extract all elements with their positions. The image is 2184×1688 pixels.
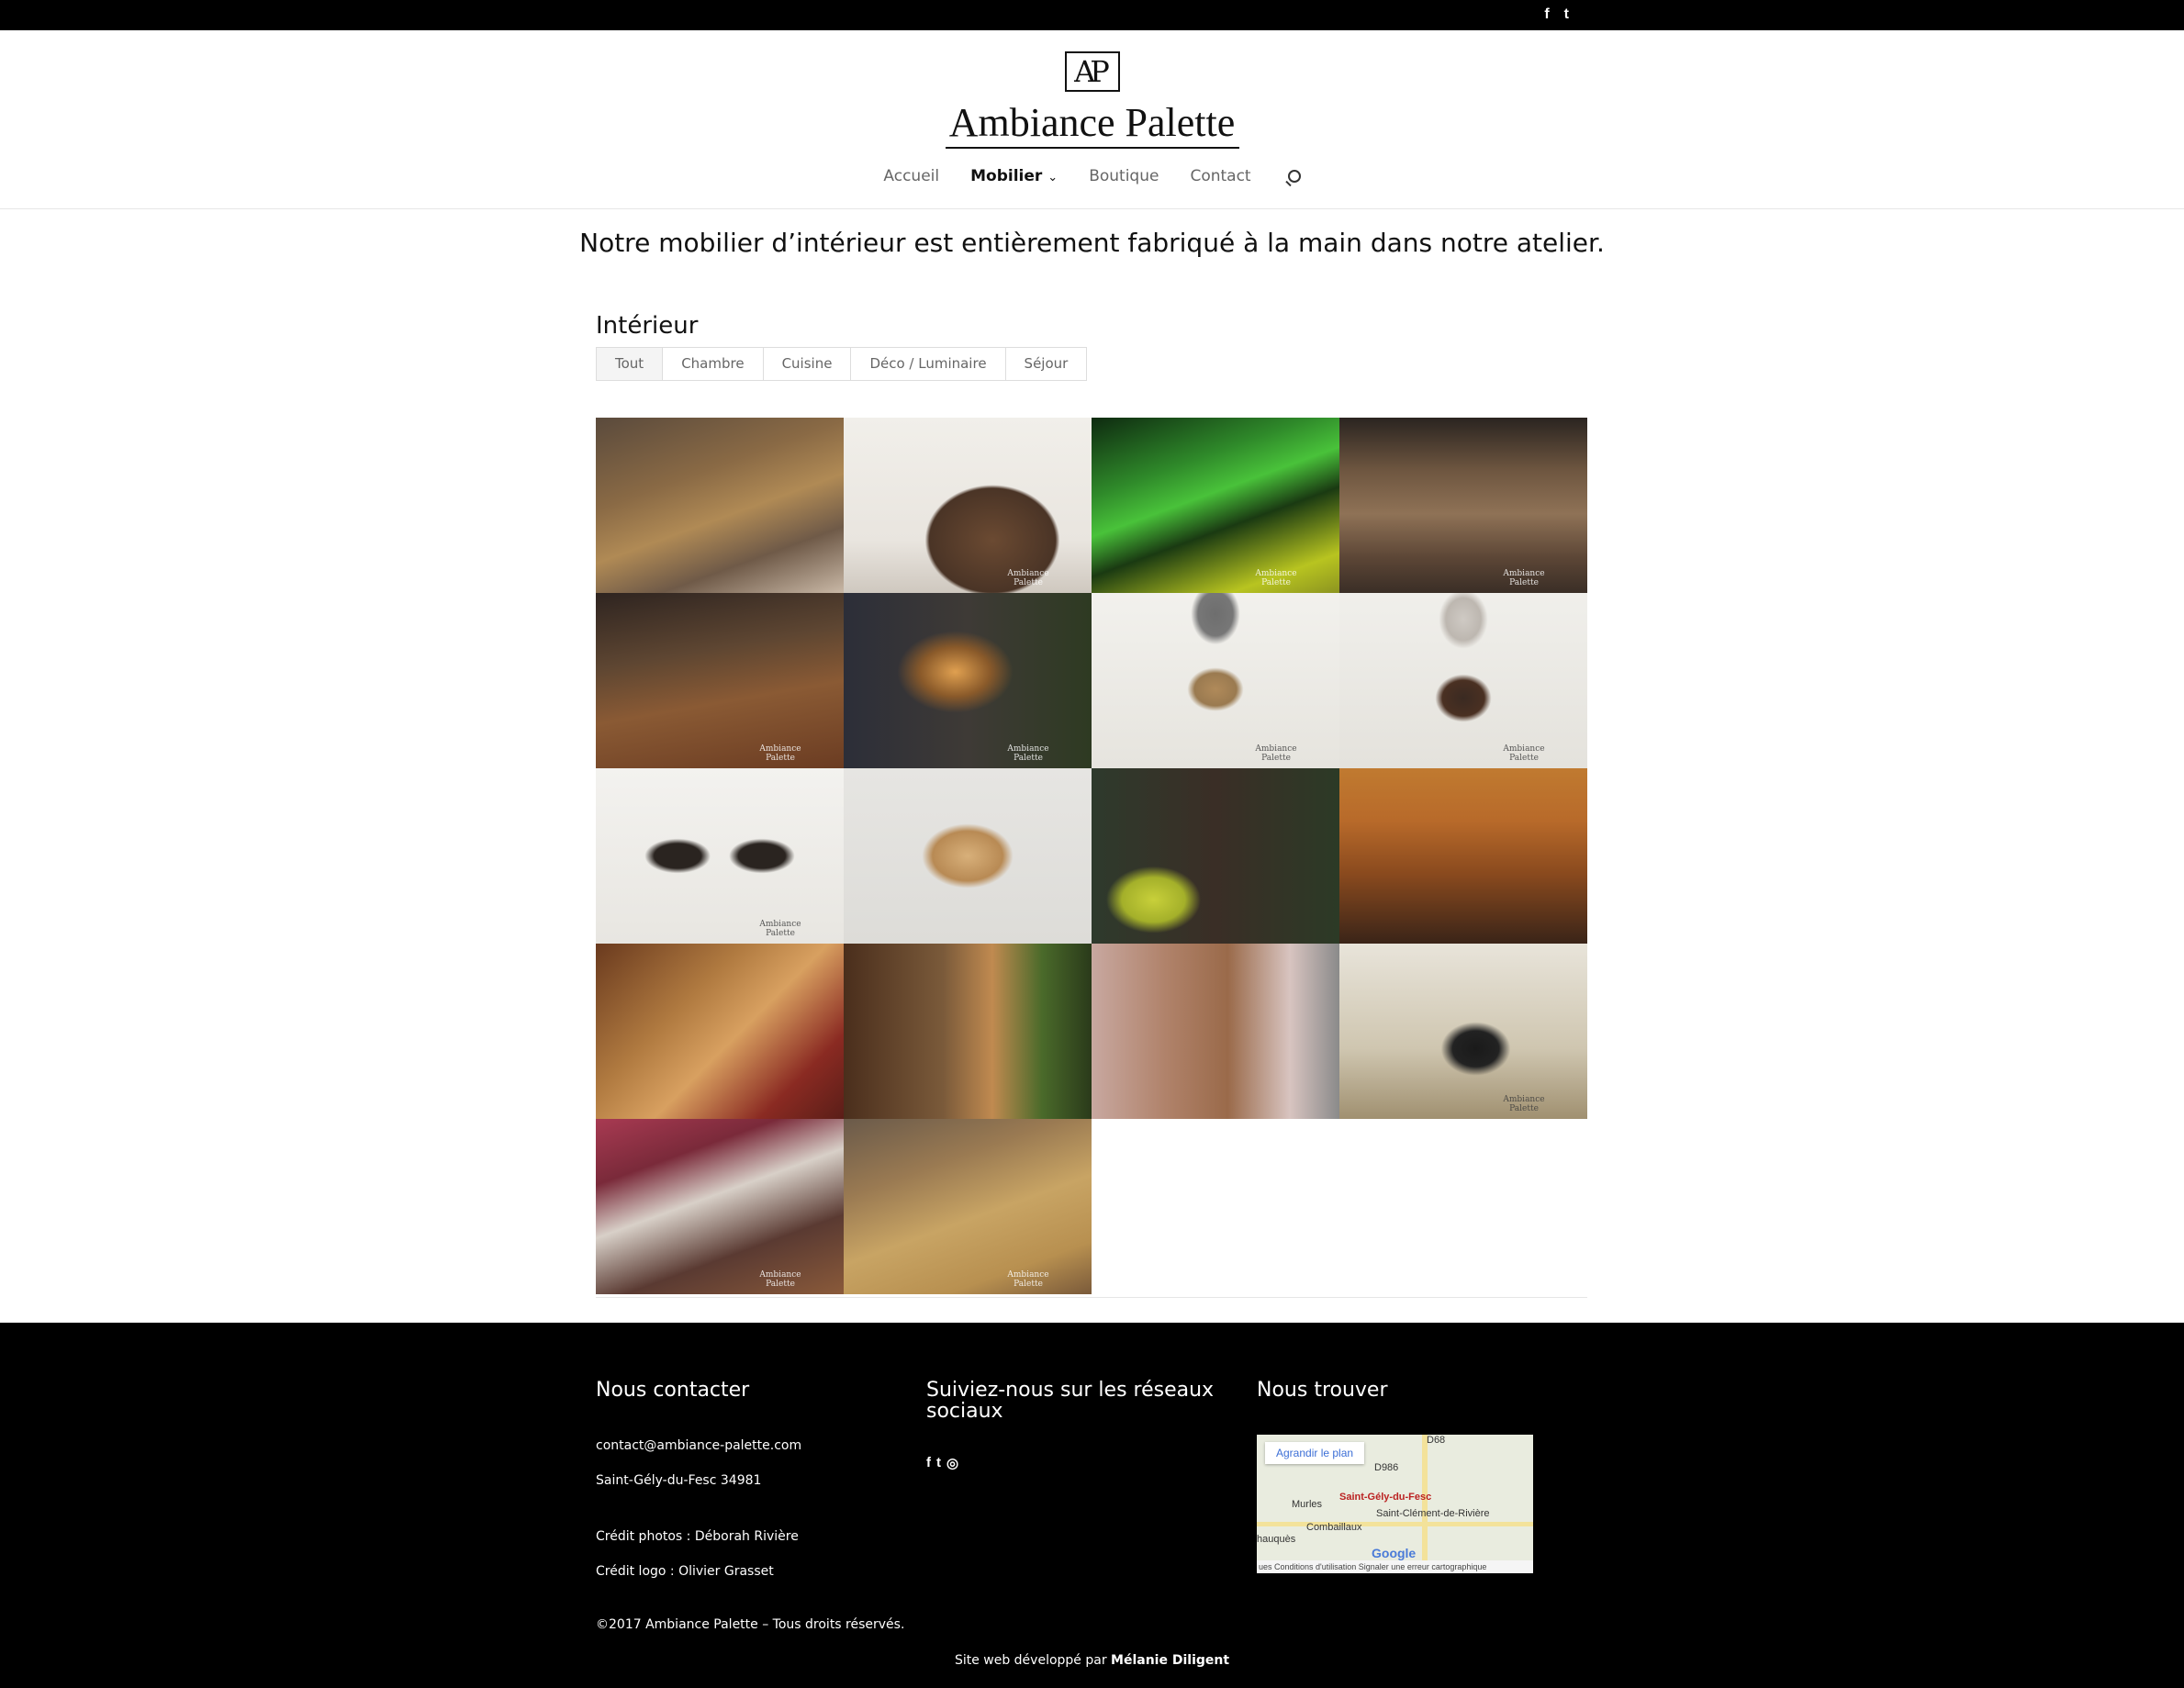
- lit-blanc-photo[interactable]: Ambiance Palette: [596, 1119, 844, 1294]
- gallery-watermark: Ambiance Palette: [1007, 569, 1049, 587]
- copyright: ©2017 Ambiance Palette – Tous droits rés…: [596, 1617, 905, 1632]
- logo-mark: AP: [1064, 51, 1120, 92]
- developer-name[interactable]: Mélanie Diligent: [1111, 1653, 1229, 1668]
- gallery-watermark: Ambiance Palette: [1503, 744, 1545, 763]
- gallery-watermark: Ambiance Palette: [759, 920, 801, 938]
- map-label: hauquès: [1257, 1534, 1296, 1545]
- gallery-grid: Ambiance Palette Ambiance Palette Ambian…: [596, 418, 1587, 1294]
- filter-deco-luminaire[interactable]: Déco / Luminaire: [851, 348, 1006, 380]
- desserte-photo[interactable]: Ambiance Palette: [596, 593, 844, 768]
- twitter-icon[interactable]: t: [1564, 4, 1569, 26]
- footer-social-links: f t ◎: [926, 1455, 958, 1471]
- footer-credit-photos: Crédit photos : Déborah Rivière: [596, 1529, 799, 1544]
- gallery-watermark: Ambiance Palette: [1255, 744, 1297, 763]
- etagere-murale-photo[interactable]: [1092, 944, 1339, 1119]
- lampe-colonne-photo[interactable]: [1092, 768, 1339, 944]
- filter-tout[interactable]: Tout: [597, 348, 664, 380]
- bureau-photo[interactable]: [596, 944, 844, 1119]
- gallery-watermark: Ambiance Palette: [759, 1270, 801, 1289]
- footer-city: Saint-Gély-du-Fesc 34981: [596, 1473, 762, 1488]
- gallery-divider: [596, 1297, 1587, 1298]
- map-label: Saint-Clément-de-Rivière: [1376, 1508, 1490, 1519]
- gallery-watermark: Ambiance Palette: [1007, 744, 1049, 763]
- filter-sejour[interactable]: Séjour: [1005, 348, 1087, 380]
- filter-chambre[interactable]: Chambre: [663, 348, 764, 380]
- map-road: [1257, 1522, 1533, 1526]
- footer-location: Nous trouver Agrandir le plan D68 D986 M…: [1257, 1379, 1551, 1573]
- lampe-cubes-photo[interactable]: Ambiance Palette: [1092, 593, 1339, 768]
- nav-contact[interactable]: Contact: [1190, 167, 1250, 185]
- twitter-icon[interactable]: t: [936, 1455, 941, 1471]
- gallery-watermark: Ambiance Palette: [1007, 1270, 1049, 1289]
- filter-cuisine[interactable]: Cuisine: [763, 348, 852, 380]
- table-bar-photo[interactable]: [596, 418, 844, 593]
- nav-boutique[interactable]: Boutique: [1089, 167, 1159, 185]
- footer-contact: Nous contacter contact@ambiance-palette.…: [596, 1379, 871, 1579]
- facebook-icon[interactable]: f: [926, 1455, 931, 1471]
- nav-accueil[interactable]: Accueil: [883, 167, 939, 185]
- footer-social: Suiviez-nous sur les réseaux sociaux f t…: [926, 1379, 1220, 1471]
- footer-email[interactable]: contact@ambiance-palette.com: [596, 1438, 801, 1453]
- lampe-cubes-2-photo[interactable]: Ambiance Palette: [1339, 593, 1587, 768]
- main-nav: Accueil Mobilier ⌄ Boutique Contact: [0, 167, 2184, 185]
- top-social-links: f t: [1544, 4, 1569, 26]
- page-tagline: Notre mobilier d’intérieur est entièreme…: [579, 228, 1605, 258]
- lampe-zigzag-photo[interactable]: Ambiance Palette: [844, 593, 1092, 768]
- gallery-watermark: Ambiance Palette: [1503, 1095, 1545, 1113]
- gallery-watermark: Ambiance Palette: [759, 744, 801, 763]
- commode-photo[interactable]: Ambiance Palette: [844, 418, 1092, 593]
- google-logo: Google: [1372, 1546, 1417, 1560]
- footer-contact-title: Nous contacter: [596, 1379, 750, 1402]
- footer-find-title: Nous trouver: [1257, 1379, 1388, 1402]
- enlarge-map-button[interactable]: Agrandir le plan: [1265, 1442, 1365, 1464]
- map-label: D986: [1374, 1462, 1399, 1473]
- meuble-tv-photo[interactable]: Ambiance Palette: [1339, 418, 1587, 593]
- chevron-down-icon: ⌄: [1047, 171, 1058, 184]
- developer-credit: Site web développé par Mélanie Diligent: [0, 1653, 2184, 1668]
- map-label: Combaillaux: [1306, 1522, 1362, 1533]
- gallery-filters: Tout Chambre Cuisine Déco / Luminaire Sé…: [596, 347, 1088, 381]
- gallery-watermark: Ambiance Palette: [1255, 569, 1297, 587]
- map-label: Murles: [1292, 1499, 1323, 1510]
- facebook-icon[interactable]: f: [1544, 4, 1549, 26]
- applique-photo[interactable]: [844, 768, 1092, 944]
- header-divider: [0, 208, 2184, 209]
- instagram-icon[interactable]: ◎: [946, 1455, 958, 1471]
- bibliotheque-photo[interactable]: [844, 944, 1092, 1119]
- map-bottom-bar: ues Conditions d'utilisation Signaler un…: [1257, 1560, 1533, 1573]
- gallery-watermark: Ambiance Palette: [1503, 569, 1545, 587]
- top-bar: f t: [0, 0, 2184, 30]
- footer: Nous contacter contact@ambiance-palette.…: [0, 1323, 2184, 1688]
- site-logo[interactable]: AP Ambiance Palette: [0, 51, 2184, 149]
- banc-lumineux-photo[interactable]: Ambiance Palette: [1092, 418, 1339, 593]
- etagere-epices-photo[interactable]: [1339, 768, 1587, 944]
- nav-mobilier-label: Mobilier: [970, 167, 1043, 185]
- lampes-duo-photo[interactable]: Ambiance Palette: [596, 768, 844, 944]
- nav-mobilier[interactable]: Mobilier ⌄: [970, 167, 1058, 185]
- lit-naturel-photo[interactable]: Ambiance Palette: [844, 1119, 1092, 1294]
- arbre-chat-photo[interactable]: Ambiance Palette: [1339, 944, 1587, 1119]
- map-label: D68: [1427, 1435, 1446, 1446]
- map-label: Saint-Gély-du-Fesc: [1339, 1492, 1432, 1503]
- search-icon[interactable]: [1287, 170, 1301, 183]
- logo-text: Ambiance Palette: [945, 101, 1239, 149]
- footer-social-title: Suiviez-nous sur les réseaux sociaux: [926, 1379, 1215, 1423]
- embedded-map[interactable]: Agrandir le plan D68 D986 Murles Saint-G…: [1257, 1435, 1533, 1573]
- section-title: Intérieur: [596, 312, 699, 340]
- footer-credit-logo: Crédit logo : Olivier Grasset: [596, 1564, 774, 1579]
- developer-credit-prefix: Site web développé par: [954, 1653, 1107, 1668]
